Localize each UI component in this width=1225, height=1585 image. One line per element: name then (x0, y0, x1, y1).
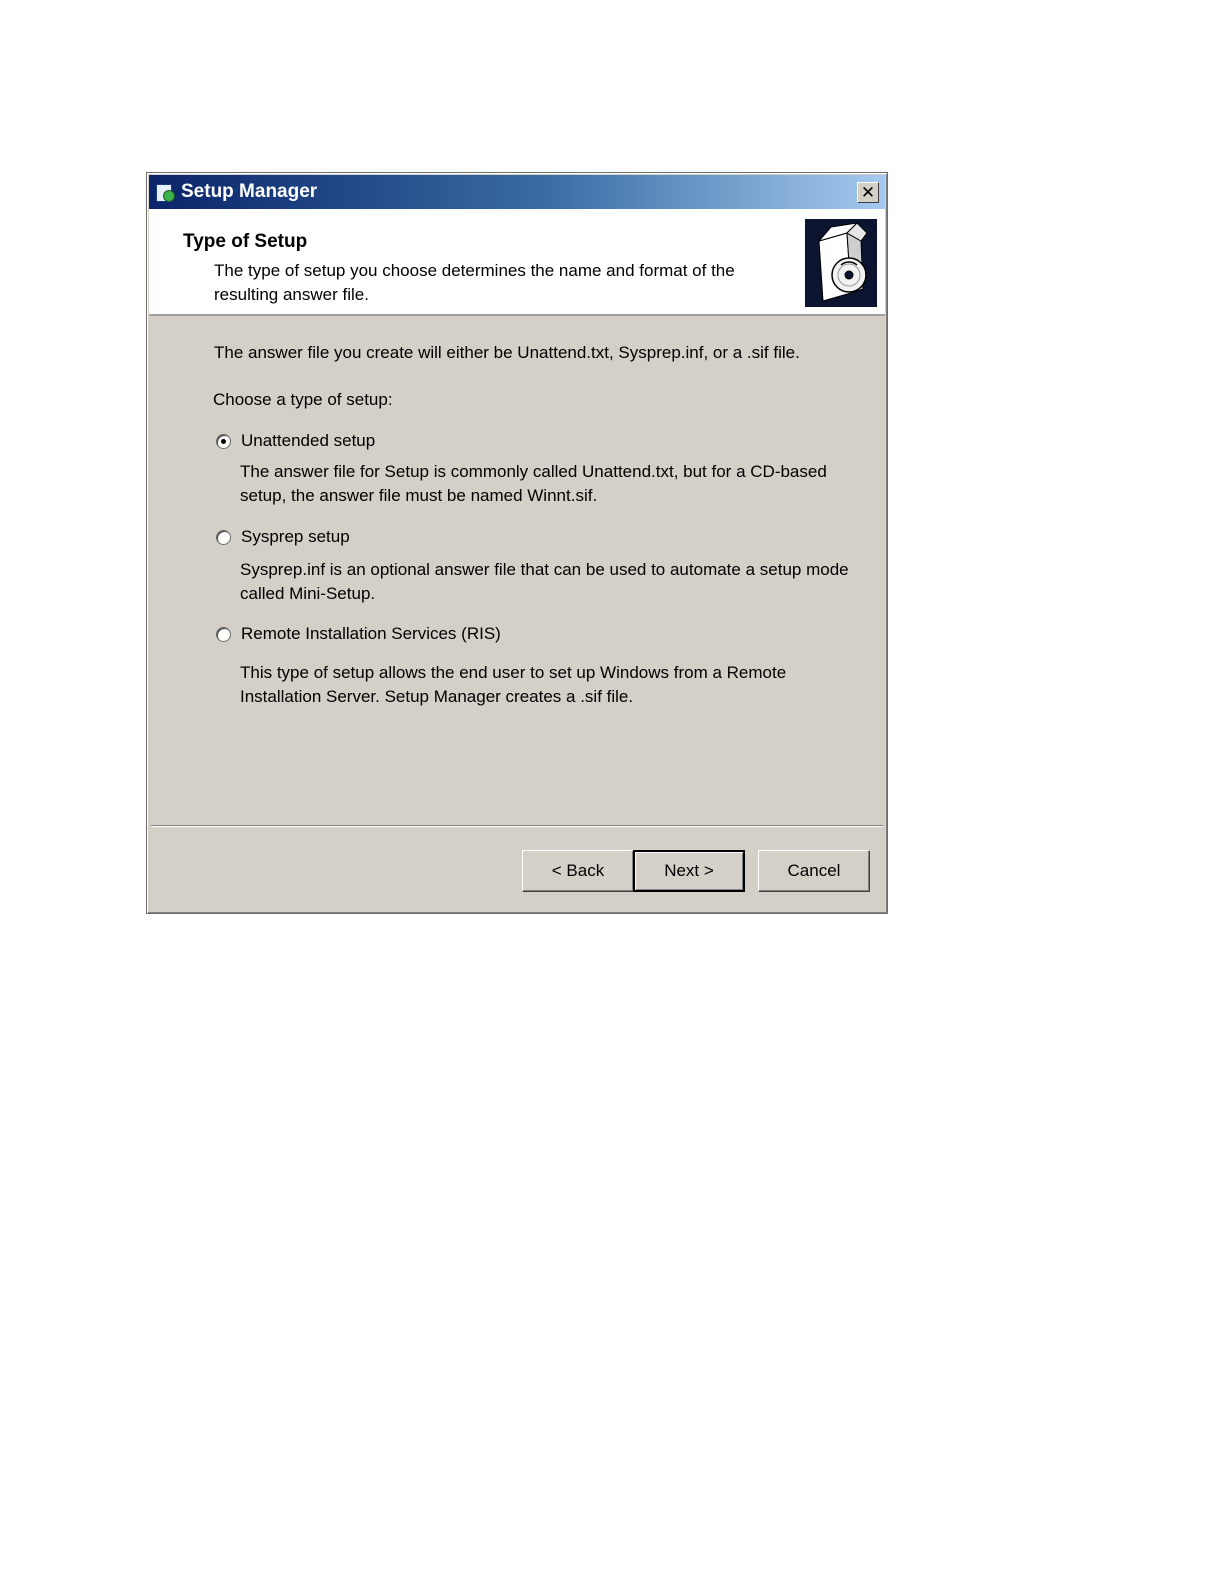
option-description: The answer file for Setup is commonly ca… (240, 462, 827, 505)
close-icon: ✕ (860, 183, 876, 202)
wizard-header: Type of Setup The type of setup you choo… (149, 209, 885, 316)
page-subtitle: The type of setup you choose determines … (214, 261, 735, 304)
next-button[interactable]: Next > (633, 850, 745, 892)
cancel-button[interactable]: Cancel (758, 850, 870, 892)
radio-button[interactable] (216, 529, 231, 545)
radio-button[interactable] (216, 626, 231, 642)
option-label[interactable]: Unattended setup (241, 431, 375, 451)
setup-manager-dialog: Setup Manager ✕ Type of Setup The type o… (146, 172, 888, 914)
intro-text: The answer file you create will either b… (214, 343, 800, 362)
option-unattended[interactable]: Unattended setup (216, 431, 375, 451)
radio-button-selected[interactable] (216, 433, 231, 449)
close-button[interactable]: ✕ (857, 182, 879, 203)
back-button[interactable]: < Back (522, 850, 634, 892)
option-label[interactable]: Remote Installation Services (RIS) (241, 624, 501, 644)
option-label[interactable]: Sysprep setup (241, 527, 350, 547)
option-ris[interactable]: Remote Installation Services (RIS) (216, 624, 501, 644)
option-description: Sysprep.inf is an optional answer file t… (240, 560, 849, 603)
setup-manager-icon (154, 180, 176, 204)
page-title: Type of Setup (183, 231, 308, 252)
option-sysprep[interactable]: Sysprep setup (216, 527, 350, 547)
button-separator (151, 825, 883, 827)
choose-type-label: Choose a type of setup: (213, 390, 393, 409)
title-bar[interactable]: Setup Manager ✕ (149, 175, 885, 209)
setup-cd-box-icon (805, 219, 877, 307)
option-description: This type of setup allows the end user t… (240, 663, 787, 706)
window-title: Setup Manager (181, 181, 318, 202)
